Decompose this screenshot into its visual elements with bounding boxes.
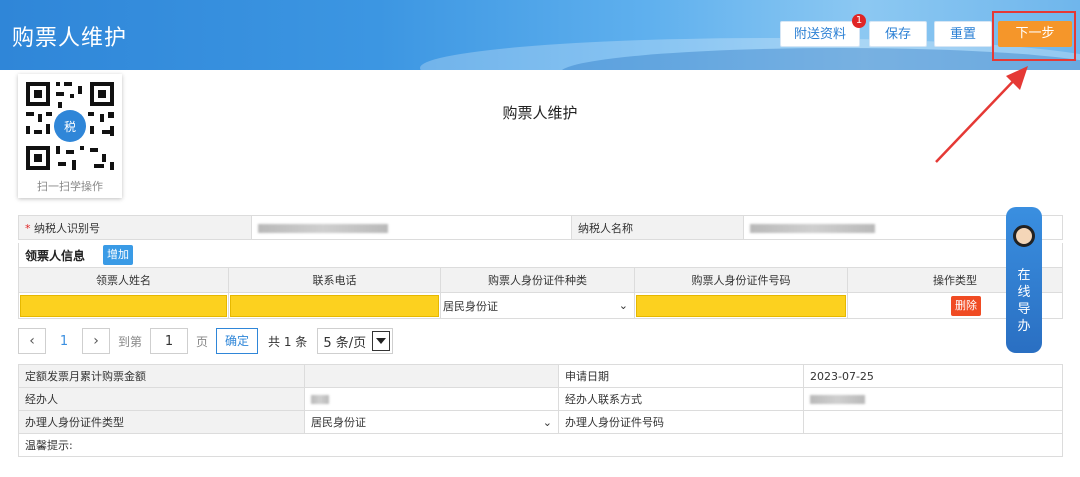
page-number[interactable]: 1	[46, 334, 82, 349]
taxpayer-info-table: * 纳税人识别号 纳税人名称	[18, 215, 1063, 240]
recipient-phone-input[interactable]	[230, 294, 439, 317]
quota-amount-label: 定额发票月累计购票金额	[18, 364, 305, 388]
quota-amount-value	[304, 364, 559, 388]
taxpayer-id-value	[251, 215, 572, 240]
next-step-highlight-box	[992, 11, 1076, 61]
page-header-title: 购票人维护	[12, 26, 128, 51]
handler-contact-value	[803, 387, 1063, 411]
id-number-cell	[634, 292, 848, 319]
details-table: 定额发票月累计购票金额 申请日期 2023-07-25 经办人 经办人联系方式 …	[18, 364, 1063, 457]
attach-materials-button[interactable]: 附送资料	[780, 21, 860, 47]
chevron-down-icon: ⌄	[542, 415, 552, 429]
taxpayer-id-label: * 纳税人识别号	[18, 215, 252, 240]
qr-code-card[interactable]: 税 扫一扫学操作	[18, 74, 122, 198]
handler-id-type-select[interactable]: 居民身份证 ⌄	[304, 410, 559, 434]
handler-label: 经办人	[18, 387, 305, 411]
total-count: 共 1 条	[268, 334, 308, 349]
chevron-down-icon: ⌄	[618, 299, 628, 312]
id-type-cell: 居民身份证 ⌄	[440, 292, 635, 319]
id-type-select[interactable]: 居民身份证 ⌄	[441, 294, 634, 318]
qr-code-icon: 税	[22, 78, 118, 174]
page-size-select[interactable]: 5 条/页	[317, 328, 394, 354]
goto-confirm-button[interactable]: 确定	[216, 328, 259, 354]
taxpayer-name-label: 纳税人名称	[571, 215, 744, 240]
handler-contact-label: 经办人联系方式	[558, 387, 804, 411]
goto-prefix: 到第	[118, 334, 143, 349]
recipient-table: 领票人姓名 联系电话 购票人身份证件种类 购票人身份证件号码 操作类型 居民身份…	[18, 267, 1063, 319]
form-title: 购票人维护	[502, 104, 578, 122]
recipient-section-header: 领票人信息 增加	[18, 243, 1063, 267]
qr-code-label: 扫一扫学操作	[37, 180, 103, 193]
dropdown-arrow-icon	[372, 331, 391, 351]
recipient-name-cell	[18, 292, 229, 319]
attach-count-badge: 1	[852, 14, 866, 28]
goto-suffix: 页	[196, 334, 209, 349]
reset-button[interactable]: 重置	[934, 21, 992, 47]
handler-id-number-label: 办理人身份证件号码	[558, 410, 804, 434]
recipient-name-input[interactable]	[20, 294, 227, 317]
apply-date-value: 2023-07-25	[803, 364, 1063, 388]
column-header: 购票人身份证件号码	[634, 267, 848, 293]
delete-row-button[interactable]: 删除	[951, 295, 981, 316]
id-number-input[interactable]	[636, 294, 846, 317]
online-guide-label: 在线导办	[1017, 268, 1031, 334]
svg-text:税: 税	[64, 120, 76, 134]
pagination: ‹ 1 › 到第 1 页 确定 共 1 条 5 条/页	[18, 328, 394, 354]
chevron-left-icon: ‹	[29, 333, 35, 349]
tips-label: 温馨提示:	[18, 433, 1063, 457]
column-header: 联系电话	[228, 267, 441, 293]
save-button[interactable]: 保存	[869, 21, 927, 47]
chevron-right-icon: ›	[93, 333, 99, 349]
goto-page-input[interactable]: 1	[150, 328, 189, 354]
prev-page-button[interactable]: ‹	[18, 328, 46, 354]
column-header: 领票人姓名	[18, 267, 229, 293]
handler-id-type-label: 办理人身份证件类型	[18, 410, 305, 434]
handler-value	[304, 387, 559, 411]
online-guide-button[interactable]: 在线导办	[1006, 207, 1042, 353]
apply-date-label: 申请日期	[558, 364, 804, 388]
customer-service-avatar-icon	[1013, 225, 1035, 247]
column-header: 购票人身份证件种类	[440, 267, 635, 293]
next-page-button[interactable]: ›	[82, 328, 110, 354]
table-row: 居民身份证 ⌄ 删除	[18, 292, 1063, 319]
handler-id-number-value[interactable]	[803, 410, 1063, 434]
annotation-arrow-icon	[935, 66, 1028, 163]
recipient-phone-cell	[228, 292, 441, 319]
section-title: 领票人信息	[25, 249, 86, 263]
add-recipient-button[interactable]: 增加	[103, 245, 133, 265]
